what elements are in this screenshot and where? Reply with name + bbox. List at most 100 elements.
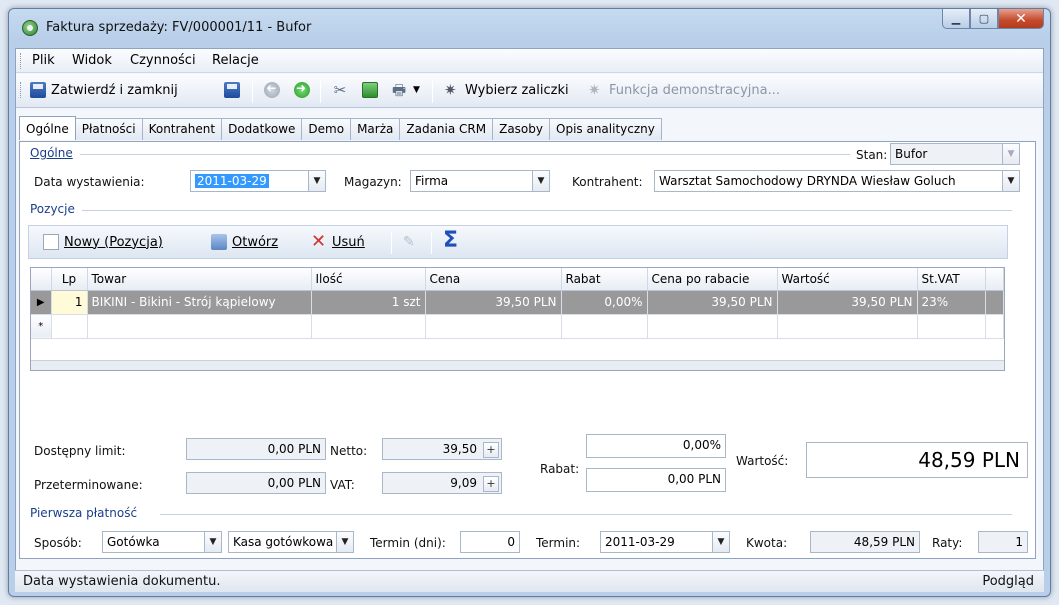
open-item-button[interactable]: Otwórz xyxy=(211,234,278,250)
tab-opis-analityczny[interactable]: Opis analityczny xyxy=(549,118,662,140)
chevron-down-icon[interactable]: ▼ xyxy=(204,532,221,552)
tab-zadania-crm[interactable]: Zadania CRM xyxy=(399,118,494,140)
tab-zasoby[interactable]: Zasoby xyxy=(492,118,550,140)
col-cena-po-rabacie[interactable]: Cena po rabacie xyxy=(647,268,778,291)
minimize-icon: ▁ xyxy=(951,12,961,25)
tab-platnosci[interactable]: Płatności xyxy=(74,118,143,140)
payment-row: Sposób: Gotówka ▼ Kasa gotówkowa ▼ Termi… xyxy=(19,527,1036,559)
cell-ilosc[interactable]: 1 szt xyxy=(311,290,426,315)
warehouse-select[interactable]: Firma ▼ xyxy=(410,170,550,192)
cell-cena[interactable]: 39,50 PLN xyxy=(425,290,562,315)
payment-method-select[interactable]: Gotówka ▼ xyxy=(102,531,222,553)
due-date-value: 2011-03-29 xyxy=(605,535,675,549)
print-dropdown-icon[interactable]: ▼ xyxy=(413,85,420,95)
cell-rabat[interactable]: 0,00% xyxy=(561,290,648,315)
payment-days-field[interactable]: 0 xyxy=(460,531,520,553)
close-button[interactable]: ✕ xyxy=(998,9,1044,29)
chevron-down-icon[interactable]: ▼ xyxy=(1002,171,1019,191)
demo-function-button[interactable]: ✷ Funkcja demonstracyjna... xyxy=(588,82,780,98)
maximize-button[interactable]: ▢ xyxy=(970,9,998,29)
chevron-down-icon[interactable]: ▼ xyxy=(308,171,325,191)
cell-cena-po[interactable]: 39,50 PLN xyxy=(647,290,778,315)
approve-close-button[interactable]: Zatwierdź i zamknij xyxy=(30,82,178,98)
discount-amount-field[interactable]: 0,00 PLN xyxy=(586,468,726,492)
window-title: Faktura sprzedaży: FV/000001/11 - Bufor xyxy=(46,20,312,35)
col-cena[interactable]: Cena xyxy=(425,268,562,291)
new-item-button[interactable]: Nowy (Pozycja) xyxy=(43,234,163,250)
cell-wartosc[interactable]: 39,50 PLN xyxy=(777,290,918,315)
choose-advances-button[interactable]: ✷ Wybierz zaliczki xyxy=(444,82,569,98)
issue-date-field[interactable]: 2011-03-29 ▼ xyxy=(190,170,326,192)
col-st-vat[interactable]: St.VAT xyxy=(917,268,986,291)
vat-value: 9,09 xyxy=(450,476,477,490)
title-bar[interactable]: Faktura sprzedaży: FV/000001/11 - Bufor … xyxy=(9,9,1050,47)
new-row-marker: * xyxy=(31,314,52,339)
contractor-label: Kontrahent: xyxy=(572,175,643,189)
sum-button[interactable]: Σ xyxy=(443,229,458,253)
print-button[interactable]: 🖶 ▼ xyxy=(392,82,420,98)
app-logo-icon xyxy=(22,20,38,36)
col-lp[interactable]: Lp xyxy=(51,268,88,291)
col-ilosc[interactable]: Ilość xyxy=(311,268,426,291)
close-icon: ✕ xyxy=(1015,10,1027,27)
current-row-icon: ▶ xyxy=(31,290,52,315)
items-toolbar: Nowy (Pozycja) Otwórz ✕ Usuń ✎ Σ xyxy=(28,225,1008,259)
menu-czynnosci[interactable]: Czynności xyxy=(130,53,196,68)
tools-button[interactable]: ✂ xyxy=(332,82,348,98)
toolbar-grip[interactable] xyxy=(20,82,23,98)
tab-marza[interactable]: Marża xyxy=(350,118,401,140)
menu-widok[interactable]: Widok xyxy=(72,53,112,68)
menu-grip[interactable] xyxy=(20,53,23,69)
installments-field: 1 xyxy=(978,531,1028,553)
state-value: Bufor xyxy=(895,147,928,161)
vat-expand-button[interactable]: + xyxy=(483,476,499,492)
save-icon xyxy=(30,82,46,98)
discount-pct-field[interactable]: 0,00% xyxy=(586,434,726,458)
cell-lp[interactable]: 1 xyxy=(51,290,88,315)
cell-vat[interactable]: 23% xyxy=(917,290,986,315)
state-select[interactable]: Bufor ▼ xyxy=(890,143,1020,165)
col-rabat[interactable]: Rabat xyxy=(561,268,648,291)
chevron-down-icon[interactable]: ▼ xyxy=(712,532,729,552)
col-wartosc[interactable]: Wartość xyxy=(777,268,918,291)
status-hint: Data wystawienia dokumentu. xyxy=(23,574,221,589)
section-payment-label: Pierwsza płatność xyxy=(30,506,142,520)
delete-item-button[interactable]: ✕ Usuń xyxy=(311,233,365,251)
overdue-label: Przeterminowane: xyxy=(34,478,143,492)
cashbox-select[interactable]: Kasa gotówkowa ▼ xyxy=(228,531,354,553)
menu-bar: Plik Widok Czynności Relacje xyxy=(16,49,1043,73)
new-row[interactable]: * xyxy=(31,314,1004,339)
discount-label: Rabat: xyxy=(540,462,580,476)
tab-ogolne[interactable]: Ogólne xyxy=(19,116,76,140)
tab-demo[interactable]: Demo xyxy=(301,118,352,140)
due-date-field[interactable]: 2011-03-29 ▼ xyxy=(600,531,730,553)
previous-button[interactable] xyxy=(264,82,280,98)
tab-dodatkowe[interactable]: Dodatkowe xyxy=(221,118,303,140)
col-towar[interactable]: Towar xyxy=(87,268,312,291)
minimize-button[interactable]: ▁ xyxy=(942,9,970,29)
save-dropdown-button[interactable] xyxy=(224,82,240,98)
tab-kontrahent[interactable]: Kontrahent xyxy=(141,118,223,140)
edit-item-button[interactable]: ✎ xyxy=(403,234,419,250)
table-row[interactable]: ▶ 1 BIKINI - Bikini - Strój kąpielowy 1 … xyxy=(31,290,1004,315)
contractor-select[interactable]: Warsztat Samochodowy DRYNDA Wiesław Golu… xyxy=(654,170,1020,192)
demo-function-label: Funkcja demonstracyjna... xyxy=(609,82,780,98)
delete-item-label: Usuń xyxy=(332,234,365,250)
back-arrow-icon xyxy=(264,82,280,98)
tab-strip: Ogólne Płatności Kontrahent Dodatkowe De… xyxy=(19,116,662,140)
refresh-button[interactable] xyxy=(362,82,378,98)
maximize-icon: ▢ xyxy=(978,12,990,25)
menu-relacje[interactable]: Relacje xyxy=(212,53,259,68)
total-value-field: 48,59 PLN xyxy=(806,442,1028,478)
chevron-down-icon[interactable]: ▼ xyxy=(532,171,549,191)
menu-plik[interactable]: Plik xyxy=(32,53,55,68)
grid-horizontal-scrollbar[interactable] xyxy=(31,360,1004,370)
next-button[interactable] xyxy=(294,81,310,98)
net-expand-button[interactable]: + xyxy=(483,442,499,458)
vat-label: VAT: xyxy=(330,478,355,492)
cell-towar[interactable]: BIKINI - Bikini - Strój kąpielowy xyxy=(87,290,312,315)
payment-method-label: Sposób: xyxy=(34,536,82,550)
warehouse-value: Firma xyxy=(415,174,449,188)
chevron-down-icon[interactable]: ▼ xyxy=(336,532,353,552)
sigma-icon: Σ xyxy=(443,228,459,253)
